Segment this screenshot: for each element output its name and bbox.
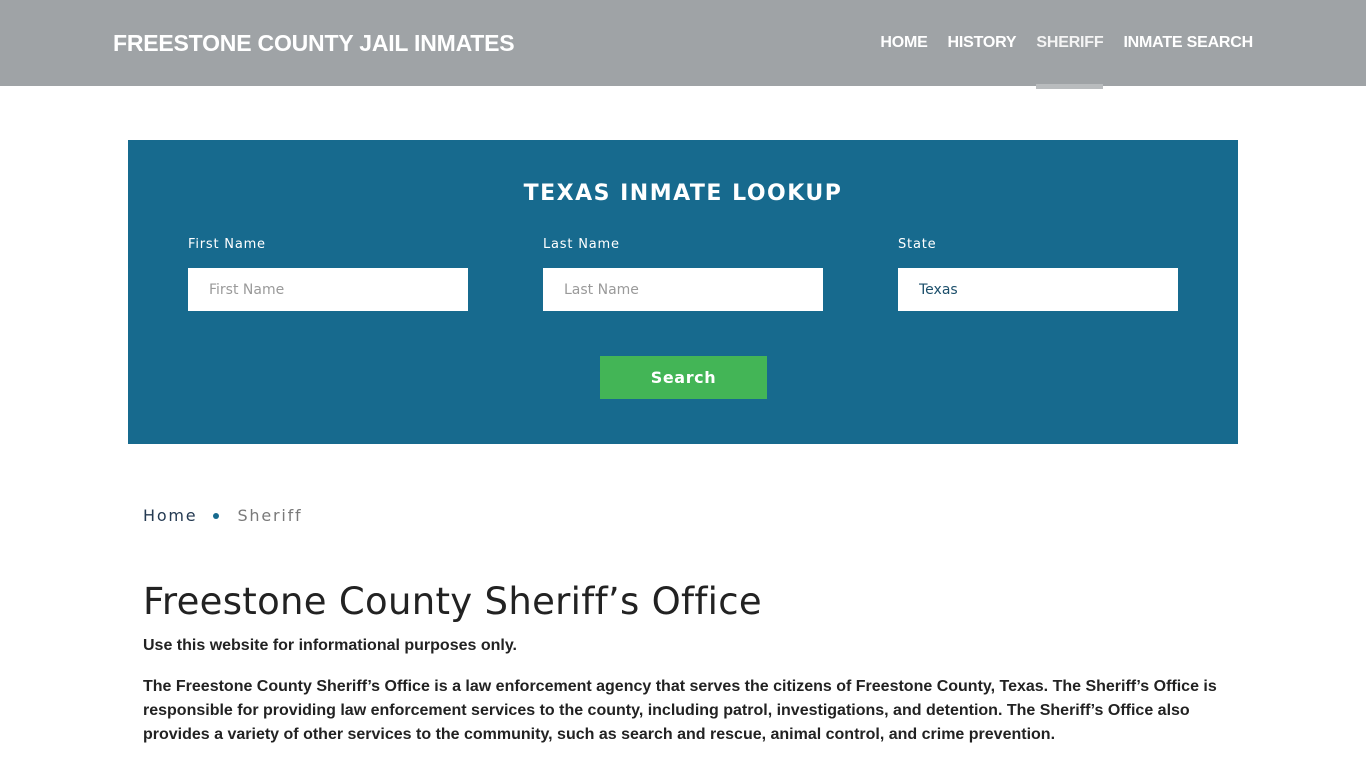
last-name-input[interactable] — [543, 268, 823, 311]
top-navbar: FREESTONE COUNTY JAIL INMATES HOME HISTO… — [0, 0, 1366, 89]
site-brand-link[interactable]: FREESTONE COUNTY JAIL INMATES — [113, 30, 515, 57]
lookup-title: TEXAS INMATE LOOKUP — [523, 181, 843, 206]
nav-inmate-search[interactable]: INMATE SEARCH — [1123, 0, 1253, 86]
intro-paragraph: The Freestone County Sheriff’s Office is… — [143, 678, 1217, 743]
last-name-label: Last Name — [543, 237, 620, 252]
page-title: Freestone County Sheriff’s Office — [143, 580, 762, 623]
disclaimer-text: Use this website for informational purpo… — [143, 637, 517, 654]
breadcrumb-current: Sheriff — [237, 506, 303, 525]
breadcrumb-separator-icon — [213, 512, 220, 519]
first-name-label: First Name — [188, 237, 266, 252]
main-nav: HOME HISTORY SHERIFF INMATE SEARCH — [860, 0, 1253, 89]
nav-history[interactable]: HISTORY — [948, 0, 1017, 86]
breadcrumb-home[interactable]: Home — [143, 506, 197, 525]
search-button[interactable]: Search — [600, 356, 767, 399]
breadcrumb: Home Sheriff — [143, 506, 302, 525]
nav-home[interactable]: HOME — [880, 0, 927, 86]
state-label: State — [898, 237, 937, 252]
nav-sheriff[interactable]: SHERIFF — [1036, 0, 1104, 89]
state-input[interactable] — [898, 268, 1178, 311]
first-name-input[interactable] — [188, 268, 468, 311]
